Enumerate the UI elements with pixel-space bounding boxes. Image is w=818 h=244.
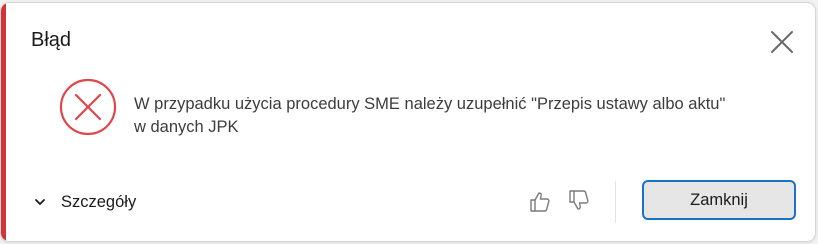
details-label: Szczegóły — [61, 192, 137, 211]
details-toggle[interactable]: Szczegóły — [33, 189, 136, 215]
error-dialog: Błąd W przypadku użycia procedury SME na… — [0, 2, 816, 242]
error-message-line-1: W przypadku użycia procedury SME należy … — [134, 95, 726, 113]
close-icon[interactable] — [767, 27, 797, 57]
footer-divider — [615, 181, 616, 223]
error-accent-bar — [1, 3, 6, 241]
thumbs-down-icon[interactable] — [567, 188, 591, 212]
thumbs-up-icon[interactable] — [528, 190, 552, 214]
error-message-line-2: w danych JPK — [134, 118, 239, 136]
error-message: W przypadku użycia procedury SME należy … — [134, 93, 804, 139]
chevron-down-icon — [35, 199, 45, 205]
dialog-title: Błąd — [31, 29, 72, 51]
error-icon — [59, 78, 117, 136]
close-button[interactable]: Zamknij — [642, 180, 796, 220]
